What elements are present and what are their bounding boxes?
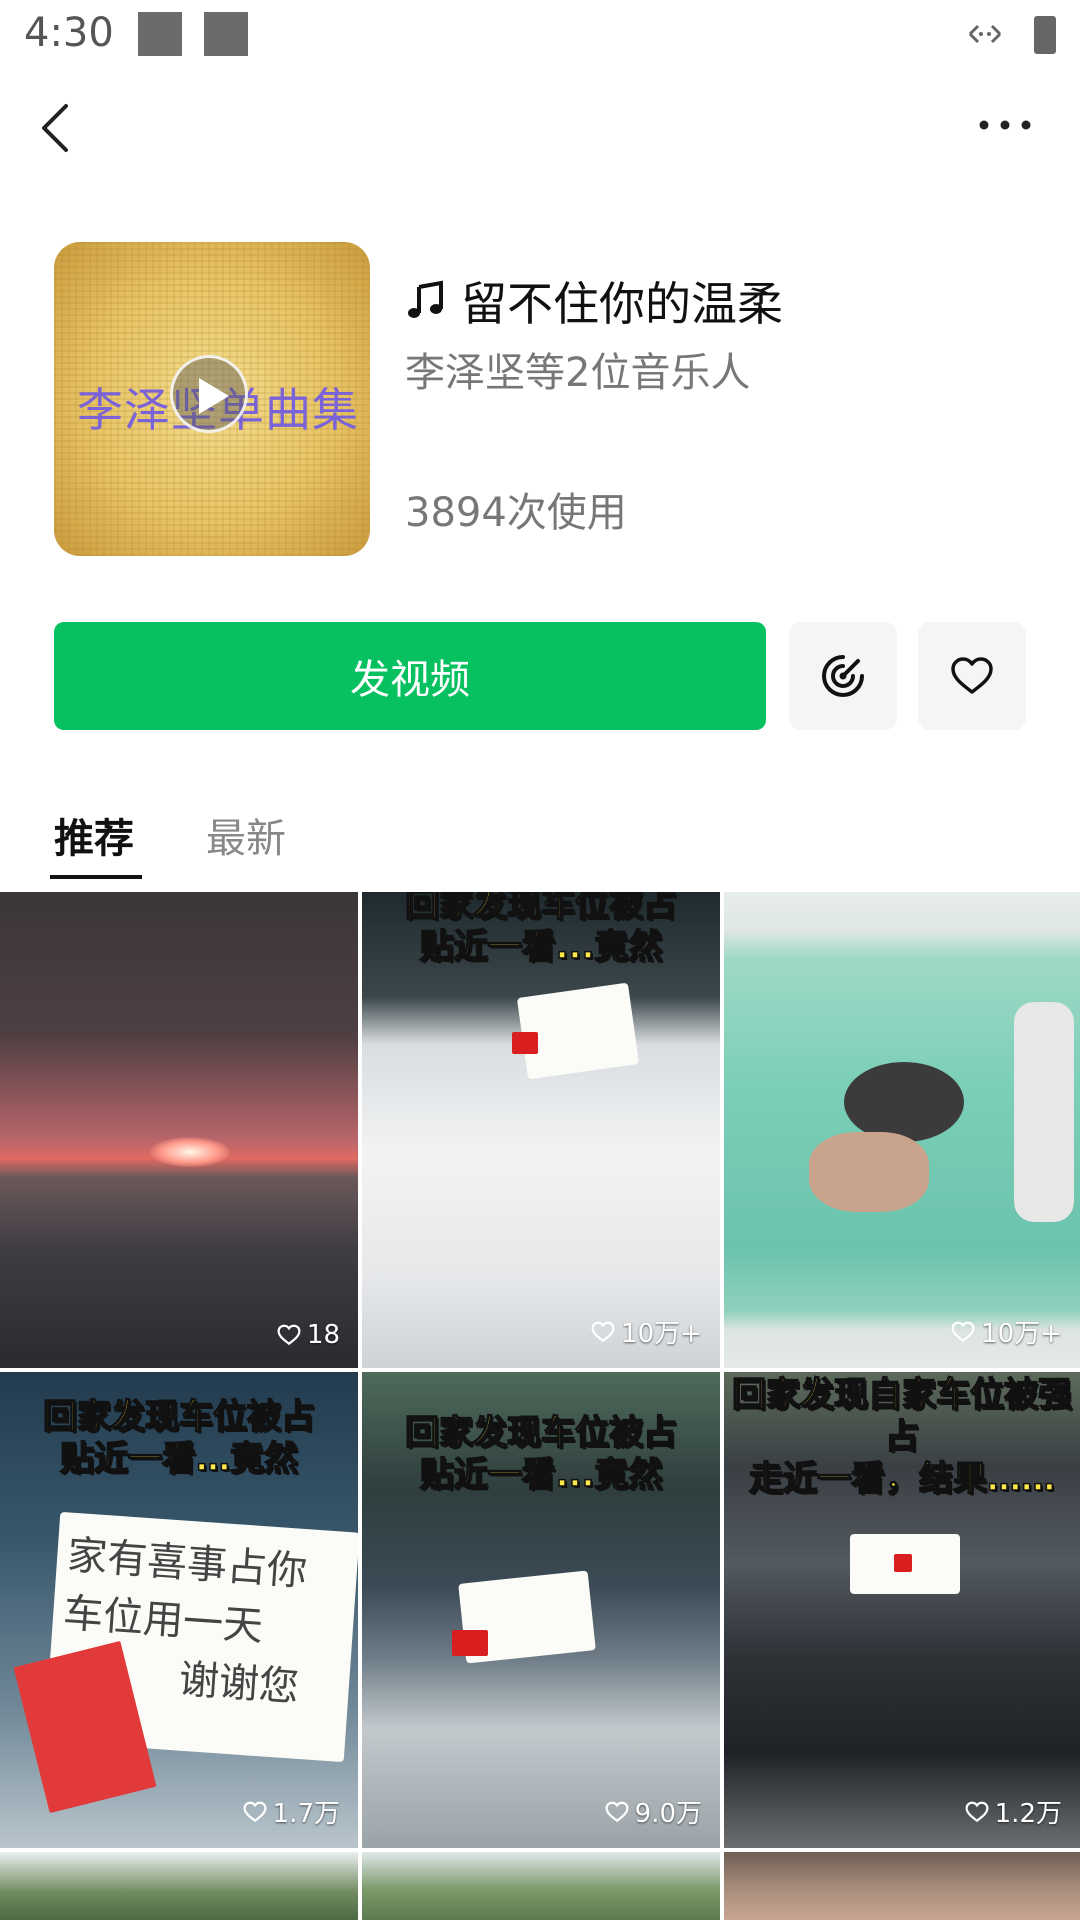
heart-icon	[591, 1321, 615, 1342]
like-count: 1.7万	[243, 1793, 340, 1830]
cigarette-box	[512, 1032, 538, 1054]
video-tile[interactable]: 回家发现车位被占 贴近一看...竟然 9.0万	[362, 1372, 720, 1848]
like-count-text: 10万+	[621, 1319, 702, 1349]
person-figure	[1014, 1002, 1074, 1222]
battery-icon	[1034, 16, 1056, 54]
person-figure	[809, 1132, 929, 1212]
video-tile[interactable]	[724, 1852, 1080, 1920]
post-video-button[interactable]: 发视频	[54, 622, 766, 730]
status-time: 4:30	[24, 10, 114, 56]
like-count: 1.2万	[965, 1793, 1062, 1830]
radar-button[interactable]	[789, 622, 897, 730]
video-tile[interactable]	[0, 1852, 358, 1920]
like-count: 9.0万	[605, 1793, 702, 1830]
usage-count: 3894次使用	[405, 490, 627, 536]
music-artists[interactable]: 李泽坚等2位音乐人	[405, 340, 750, 398]
video-tile[interactable]: 10万+	[724, 892, 1080, 1368]
like-count-text: 1.7万	[272, 1799, 340, 1829]
like-count-text: 1.2万	[994, 1799, 1062, 1829]
heart-icon	[605, 1801, 629, 1822]
video-tile[interactable]: 18	[0, 892, 358, 1368]
music-title: 留不住你的温柔	[405, 268, 783, 334]
music-cover[interactable]: 李泽坚单曲集	[54, 242, 370, 556]
play-icon	[199, 378, 229, 414]
tab-indicator	[50, 875, 142, 879]
cigarette-box	[894, 1554, 912, 1572]
music-title-text: 留不住你的温柔	[461, 277, 783, 331]
person-figure	[844, 1062, 964, 1142]
radar-icon	[822, 655, 864, 697]
video-caption: 回家发现车位被占 贴近一看...竟然	[404, 1412, 678, 1496]
data-sync-icon	[962, 14, 1008, 58]
more-dots-icon	[979, 120, 1031, 130]
cigarette-box	[452, 1630, 488, 1656]
heart-icon	[243, 1801, 267, 1822]
video-caption: 回家发现车位被占 贴近一看…竟然	[42, 1396, 316, 1480]
favorite-button[interactable]	[918, 622, 1026, 730]
chevron-left-icon	[42, 104, 68, 152]
video-tile[interactable]: 回家发现车位被占 贴近一看…竟然 家有喜事占你 车位用一天 谢谢您 1.7万	[0, 1372, 358, 1848]
play-button[interactable]	[170, 355, 248, 433]
video-caption: 回家发现车位被占 贴近一看...竟然	[404, 892, 678, 968]
like-count: 10万+	[951, 1313, 1062, 1350]
like-count-text: 10万+	[981, 1319, 1062, 1349]
heart-icon	[277, 1324, 301, 1346]
like-count-text: 9.0万	[634, 1799, 702, 1829]
video-tile[interactable]: 回家发现自家车位被强占 走近一看，结果…… 1.2万	[724, 1372, 1080, 1848]
like-count: 10万+	[591, 1313, 702, 1350]
tab-recommended[interactable]: 推荐	[54, 806, 134, 864]
video-tile[interactable]	[362, 1852, 720, 1920]
heart-icon	[965, 1801, 989, 1822]
tab-latest[interactable]: 最新	[206, 806, 286, 864]
notification-icon	[204, 12, 248, 56]
notification-icon	[138, 12, 182, 56]
video-tile[interactable]: 回家发现车位被占 贴近一看...竟然 10万+	[362, 892, 720, 1368]
like-count-text: 18	[306, 1320, 340, 1350]
back-button[interactable]	[36, 100, 76, 156]
sun-glow	[150, 1137, 230, 1167]
music-note-icon	[408, 280, 443, 318]
heart-icon	[951, 657, 993, 694]
like-count: 18	[277, 1320, 340, 1350]
more-button[interactable]	[975, 110, 1035, 140]
heart-icon	[951, 1321, 975, 1342]
paper-note	[516, 982, 640, 1080]
video-caption: 回家发现自家车位被强占 走近一看，结果……	[731, 1374, 1073, 1500]
